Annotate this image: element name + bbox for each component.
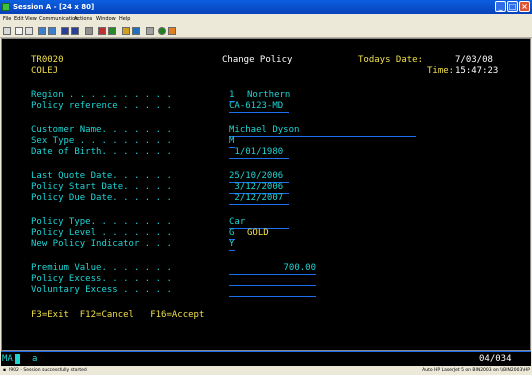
- emulator-window: Session A - [24 x 80] _ □ × File Edit Vi…: [0, 0, 532, 375]
- menu-edit[interactable]: Edit: [14, 14, 24, 24]
- keypad-icon[interactable]: [132, 27, 140, 35]
- due-date-field[interactable]: 2/12/2007: [229, 193, 289, 205]
- customer-field[interactable]: Michael Dyson: [229, 125, 416, 137]
- last-quote-value: 25/10/2006: [229, 171, 284, 181]
- region-code: 1: [229, 90, 235, 100]
- sex-value: M: [229, 136, 235, 146]
- toolbar: [0, 25, 532, 38]
- cursor-position: 04/034: [479, 354, 512, 364]
- menu-file[interactable]: File: [3, 14, 11, 24]
- close-button[interactable]: ×: [519, 1, 530, 12]
- time-value: 15:47:23: [455, 66, 499, 76]
- transfer-icon[interactable]: [122, 27, 130, 35]
- due-date-value: 2/12/2007: [229, 193, 284, 203]
- status-icon: ▪: [3, 368, 7, 373]
- policy-level-label: Policy Level . . . . . . .: [31, 228, 172, 238]
- start-date-value: 3/12/2006: [229, 182, 284, 192]
- premium-value: 700.00: [283, 263, 316, 273]
- window-title: Session A - [24 x 80]: [13, 3, 95, 11]
- date-label: Todays Date:: [358, 55, 424, 65]
- time-label: Time:: [427, 66, 455, 76]
- policy-level-name: GOLD: [247, 228, 269, 238]
- customer-name: Michael Dyson: [229, 125, 300, 135]
- policy-ref-label: Policy reference . . . . .: [31, 101, 172, 111]
- paste-icon[interactable]: [25, 27, 33, 35]
- status-bar: ▪ I902 - Session successfully started Au…: [0, 366, 532, 375]
- program-id: TR0020: [31, 55, 64, 65]
- new-policy-value: Y: [229, 239, 235, 249]
- customer-label: Customer Name. . . . . . .: [31, 125, 172, 135]
- screen-title: Change Policy: [222, 55, 293, 65]
- menu-communication[interactable]: Communication: [39, 14, 78, 24]
- policy-level-code: G: [229, 228, 235, 238]
- oia-mode: MA: [2, 354, 13, 364]
- policy-ref: CA-6123-MD: [229, 101, 284, 111]
- print-screen-icon[interactable]: [3, 27, 11, 35]
- oia-char: a: [32, 354, 38, 364]
- send-icon[interactable]: [38, 27, 46, 35]
- session-icon: [2, 3, 10, 11]
- dob-value: 1/01/1980: [229, 147, 284, 157]
- maximize-button[interactable]: □: [507, 1, 518, 12]
- new-policy-label: New Policy Indicator . . .: [31, 239, 172, 249]
- minimize-button[interactable]: _: [495, 1, 506, 12]
- new-policy-field[interactable]: Y: [229, 239, 235, 251]
- region-label: Region . . . . . . . . . .: [31, 90, 172, 100]
- color-icon[interactable]: [71, 27, 79, 35]
- copy-icon[interactable]: [15, 27, 23, 35]
- dob-field[interactable]: 1/01/1980: [229, 147, 289, 159]
- sex-label: Sex Type . . . . . . . . .: [31, 136, 172, 146]
- vol-excess-field[interactable]: [229, 285, 316, 297]
- support-icon[interactable]: [168, 27, 176, 35]
- status-message: I902 - Session successfully started: [9, 368, 87, 373]
- menu-view[interactable]: View: [25, 14, 37, 24]
- due-date-label: Policy Due Date. . . . . .: [31, 193, 172, 203]
- receive-icon[interactable]: [48, 27, 56, 35]
- macro-record-icon[interactable]: [98, 27, 106, 35]
- connect-icon[interactable]: [158, 27, 166, 35]
- menu-window[interactable]: Window: [96, 14, 116, 24]
- date-value: 7/03/08: [455, 55, 493, 65]
- last-quote-label: Last Quote Date. . . . . .: [31, 171, 172, 181]
- menu-bar: File Edit View Communication Actions Win…: [0, 14, 532, 24]
- vol-excess-label: Voluntary Excess . . . . .: [31, 285, 172, 295]
- region-name: Northern: [247, 90, 291, 100]
- policy-type-value: Car: [229, 217, 246, 227]
- user-id: COLEJ: [31, 66, 59, 76]
- dob-label: Date of Birth. . . . . . .: [31, 147, 172, 157]
- title-bar: Session A - [24 x 80] _ □ ×: [0, 0, 532, 14]
- operator-info-area: MA a 04/034: [1, 351, 531, 366]
- printer-status: Auto HP LaserJet 5 on BIN2003 on \\BIN20…: [422, 368, 530, 373]
- menu-help[interactable]: Help: [119, 14, 130, 24]
- properties-icon[interactable]: [146, 27, 154, 35]
- start-date-label: Policy Start Date. . . . .: [31, 182, 172, 192]
- macro-play-icon[interactable]: [108, 27, 116, 35]
- function-keys: F3=Exit F12=Cancel F16=Accept: [31, 310, 205, 320]
- policy-ref-field[interactable]: CA-6123-MD: [229, 101, 289, 113]
- premium-label: Premium Value. . . . . . .: [31, 263, 172, 273]
- cursor-block: [15, 354, 20, 364]
- keyboard-icon[interactable]: [85, 27, 93, 35]
- terminal-screen[interactable]: TR0020 COLEJ Change Policy Todays Date: …: [1, 38, 531, 351]
- excess-label: Policy Excess. . . . . . .: [31, 274, 172, 284]
- policy-type-label: Policy Type. . . . . . . .: [31, 217, 172, 227]
- menu-actions[interactable]: Actions: [74, 14, 92, 24]
- display-icon[interactable]: [61, 27, 69, 35]
